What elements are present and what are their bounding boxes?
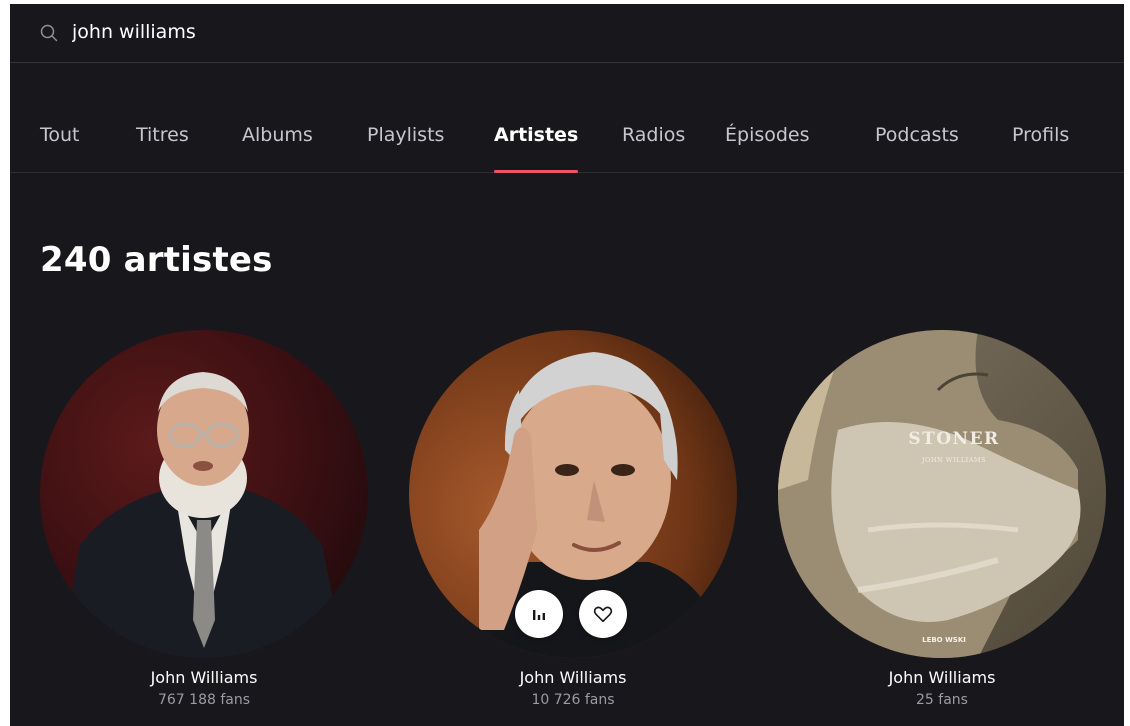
- tab-albums[interactable]: Albums: [242, 124, 313, 173]
- artist-fans-count: 767 188 fans: [157, 692, 251, 708]
- search-icon[interactable]: [39, 23, 59, 43]
- favorite-button[interactable]: [579, 590, 627, 638]
- search-input[interactable]: [72, 16, 672, 48]
- artist-album-cover-image: STONER JOHN WILLIAMS LEBO WSKI: [778, 330, 1106, 658]
- artist-portrait-image: [40, 330, 368, 658]
- equalizer-icon: [533, 610, 545, 620]
- cover-publisher-logo: LEBO WSKI: [922, 636, 966, 644]
- tab-bar: Tout Titres Albums Playlists Artistes Ra…: [10, 104, 1124, 173]
- tab-artistes[interactable]: Artistes: [494, 124, 579, 173]
- artist-photo[interactable]: [40, 330, 368, 658]
- tab-episodes[interactable]: Épisodes: [725, 124, 810, 173]
- heart-icon: [593, 606, 613, 623]
- search-bar: [10, 4, 1124, 63]
- artist-fans-count: 25 fans: [916, 692, 968, 708]
- artist-card[interactable]: STONER JOHN WILLIAMS LEBO WSKI John Will…: [778, 330, 1106, 720]
- tab-tout[interactable]: Tout: [40, 124, 80, 173]
- artist-name[interactable]: John Williams: [40, 668, 368, 687]
- tab-titres[interactable]: Titres: [136, 124, 189, 173]
- mix-button[interactable]: [515, 590, 563, 638]
- artist-photo[interactable]: [409, 330, 737, 658]
- artist-card[interactable]: John Williams 767 188 fans: [40, 330, 368, 720]
- tab-podcasts[interactable]: Podcasts: [875, 124, 959, 173]
- tab-profils[interactable]: Profils: [1012, 124, 1069, 173]
- artist-photo[interactable]: STONER JOHN WILLIAMS LEBO WSKI: [778, 330, 1106, 658]
- artist-portrait-image: [409, 330, 737, 658]
- artist-name[interactable]: John Williams: [409, 668, 737, 687]
- tab-radios[interactable]: Radios: [622, 124, 685, 173]
- results-count-heading: 240 artistes: [40, 240, 273, 280]
- tab-playlists[interactable]: Playlists: [367, 124, 444, 173]
- app-window: Tout Titres Albums Playlists Artistes Ra…: [10, 4, 1124, 726]
- artist-card[interactable]: John Williams 10 726 fans: [409, 330, 737, 720]
- cover-title: STONER: [908, 429, 999, 449]
- artist-fans-count: 10 726 fans: [531, 692, 615, 708]
- artist-name[interactable]: John Williams: [778, 668, 1106, 687]
- cover-subtitle: JOHN WILLIAMS: [921, 456, 986, 464]
